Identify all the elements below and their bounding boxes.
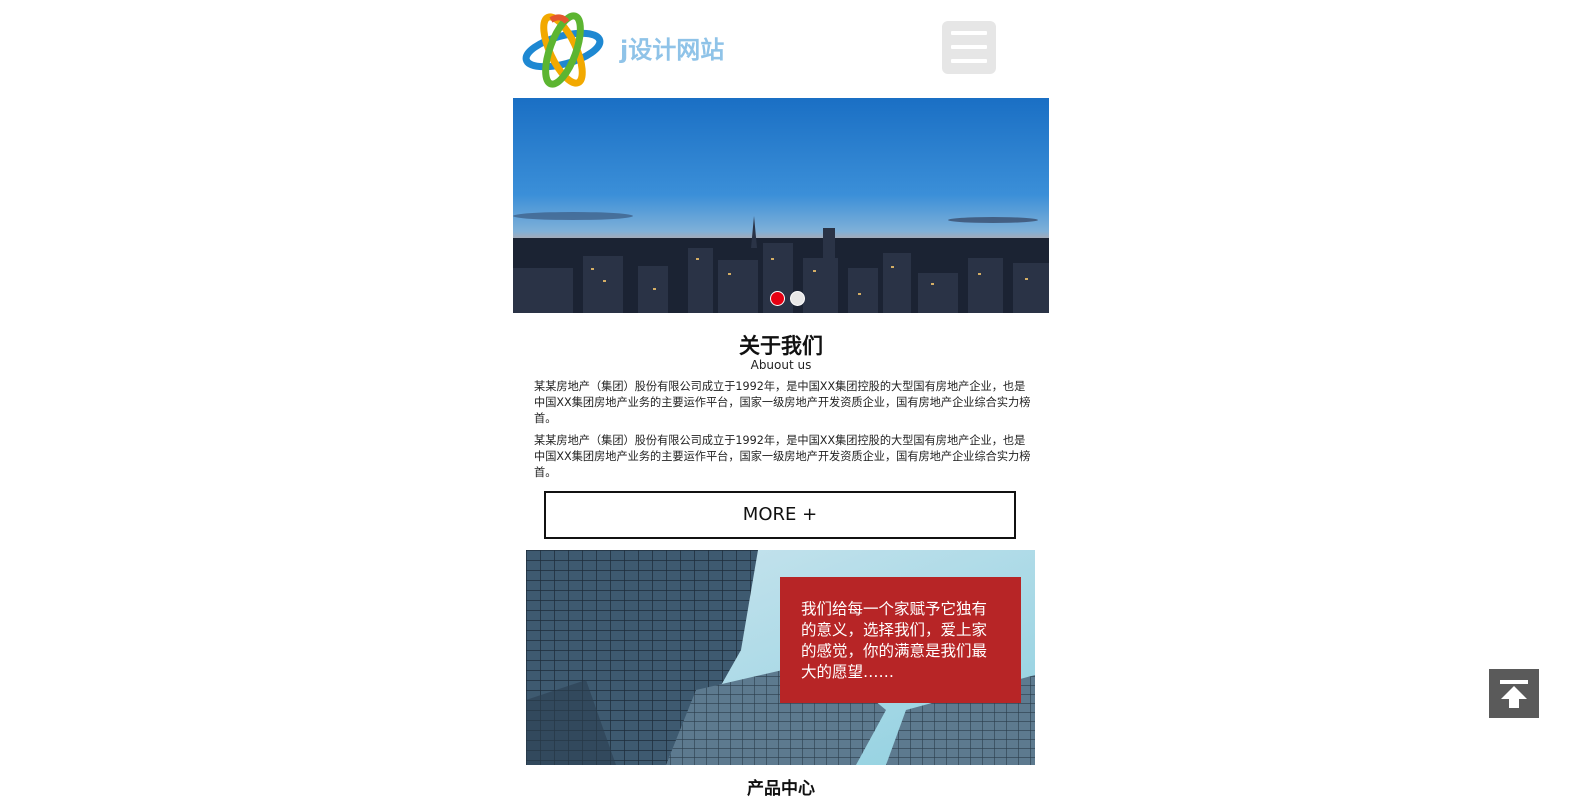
products-section-title: 产品中心 <box>747 779 815 799</box>
logo-icon[interactable] <box>521 8 605 90</box>
hamburger-menu-icon-bar <box>951 59 987 63</box>
about-paragraph-1: 某某房地产（集团）股份有限公司成立于1992年，是中国XX集团控股的大型国有房地… <box>534 380 1031 425</box>
hero-banner[interactable] <box>513 98 1049 313</box>
logo-text[interactable]: j设计网站 <box>620 30 724 65</box>
promo-text-card: 我们给每一个家赋予它独有的意义，选择我们，爱上家的感觉，你的满意是我们最大的愿望… <box>780 577 1021 703</box>
page: j设计网站 关于我们 Abuout us 某某房地产（集团）股份有限公司成立于1… <box>513 0 1049 799</box>
promo-banner: 我们给每一个家赋予它独有的意义，选择我们，爱上家的感觉，你的满意是我们最大的愿望… <box>526 550 1035 765</box>
site-header: j设计网站 <box>513 0 1049 98</box>
hamburger-menu-icon-bar <box>951 45 987 49</box>
about-subtitle: Abuout us <box>750 358 812 372</box>
about-paragraph-2: 某某房地产（集团）股份有限公司成立于1992年，是中国XX集团控股的大型国有房地… <box>534 434 1031 479</box>
more-button[interactable]: MORE + <box>544 491 1016 539</box>
arrow-up-to-line-icon <box>1500 680 1528 708</box>
city-skyline-image <box>513 98 1049 313</box>
carousel-dot-2[interactable] <box>790 291 805 306</box>
back-to-top-button[interactable] <box>1489 669 1539 718</box>
carousel-dot-1[interactable] <box>770 291 785 306</box>
hamburger-menu-icon <box>951 31 987 35</box>
about-title: 关于我们 <box>739 334 823 358</box>
hamburger-menu-button[interactable] <box>942 21 996 74</box>
